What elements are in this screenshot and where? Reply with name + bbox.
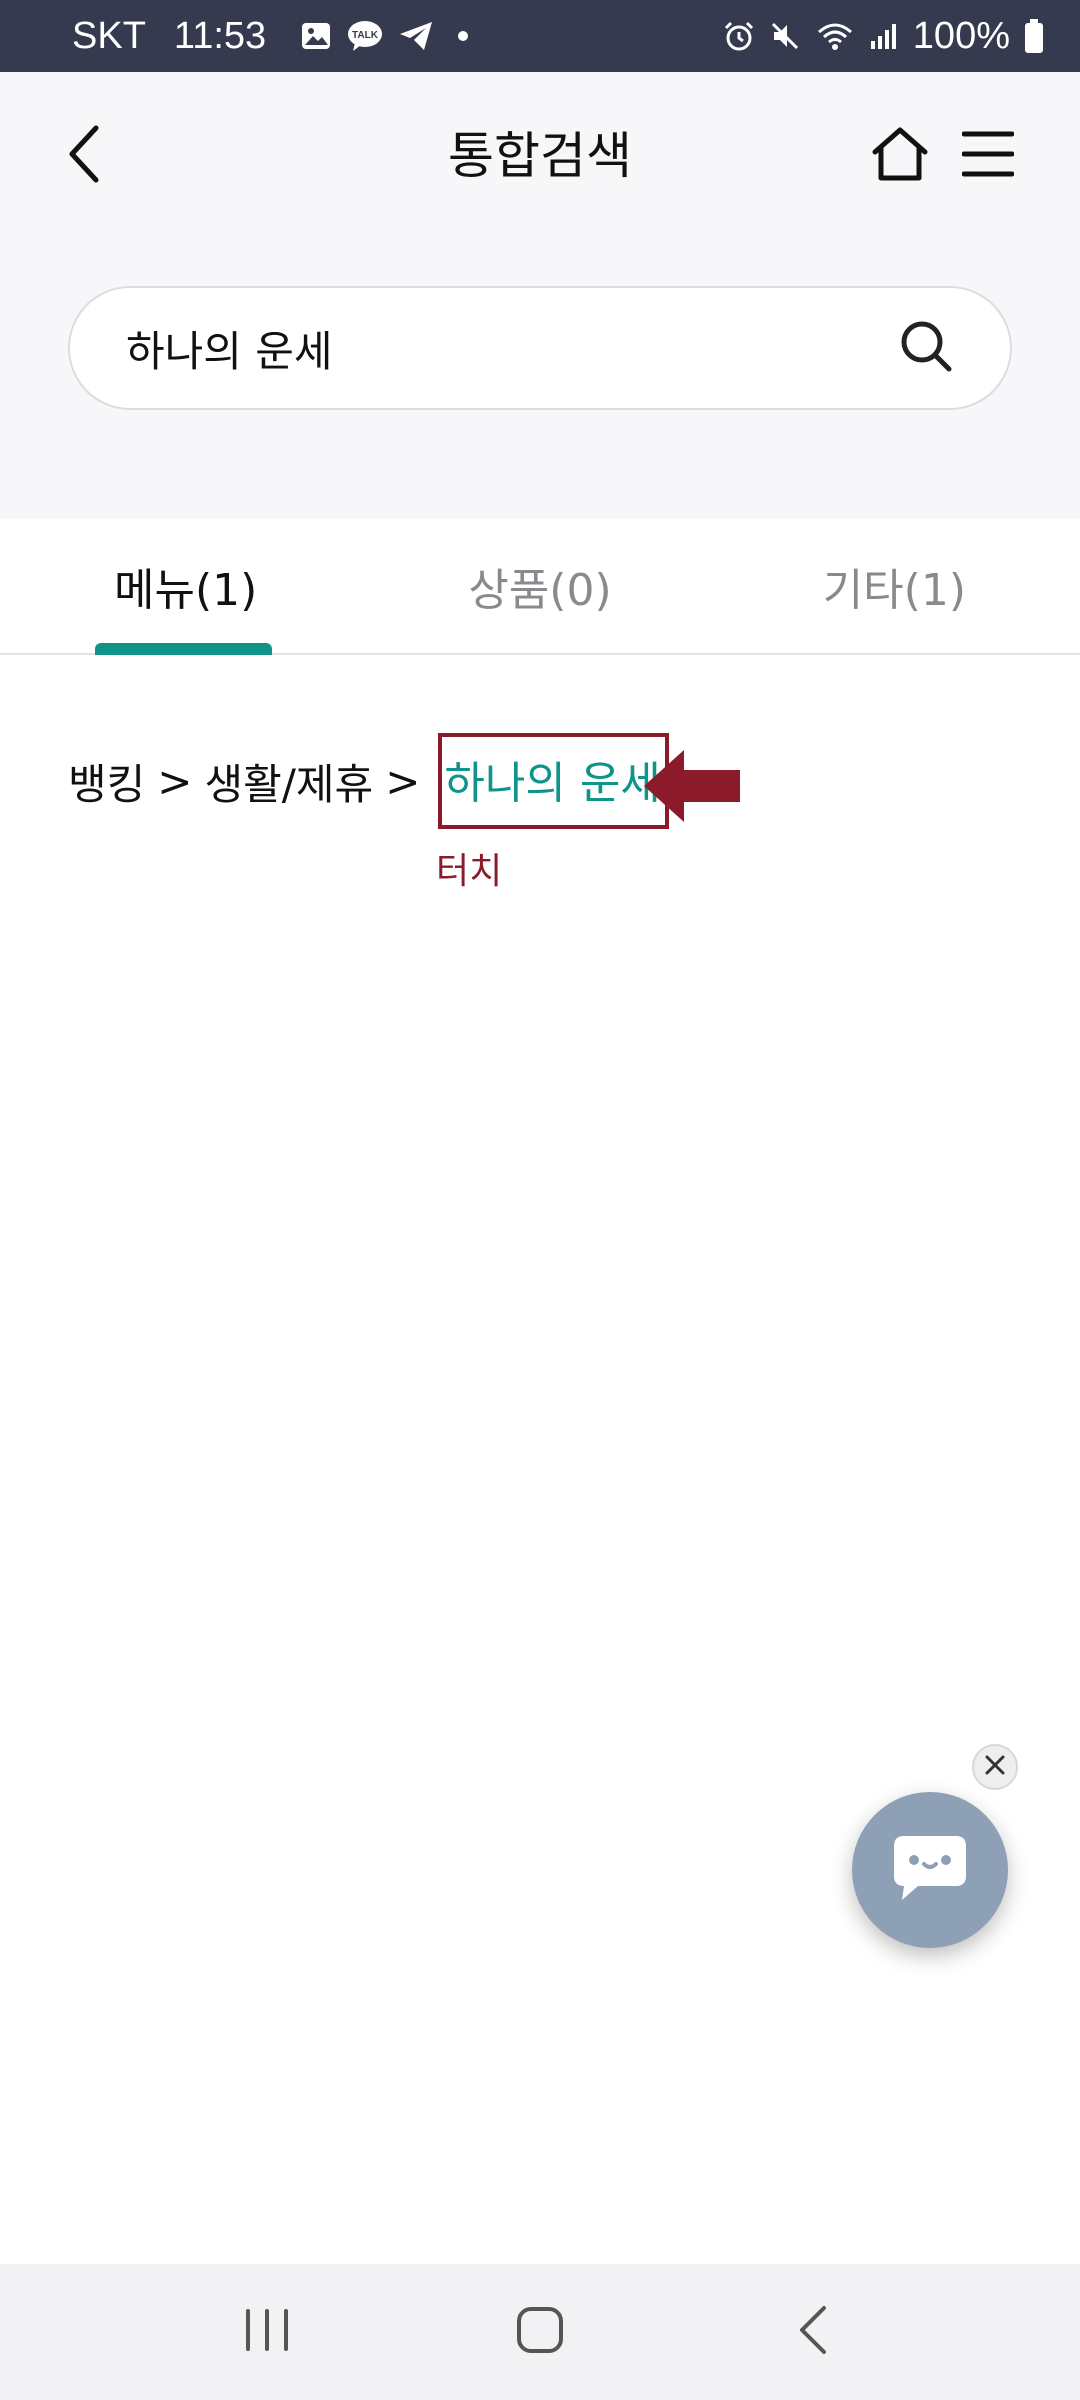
tab-label: 상품(0) — [468, 565, 612, 616]
notification-dot-icon — [458, 31, 469, 41]
back-chevron-icon — [796, 2304, 830, 2360]
carrier: SKT — [72, 14, 146, 57]
hamburger-menu-icon — [961, 130, 1015, 182]
touch-annotation: 터치 — [436, 851, 503, 892]
home-icon — [871, 126, 929, 186]
chatbot-icon — [890, 1832, 970, 1908]
tab-label: 메뉴(1) — [114, 565, 258, 616]
header: 통합검색 — [0, 72, 1080, 519]
breadcrumb-banking: 뱅킹 — [68, 759, 146, 809]
gallery-icon — [300, 20, 332, 52]
tab-label: 기타(1) — [822, 565, 966, 616]
chatbot-button[interactable] — [852, 1792, 1008, 1948]
breadcrumb-separator: > — [385, 756, 421, 806]
status-bar: SKT 11:53 TALK 100% — [0, 0, 1080, 72]
back-button[interactable] — [52, 116, 116, 196]
search-icon — [898, 318, 954, 378]
system-nav-bar — [0, 2264, 1080, 2400]
talk-icon: TALK — [346, 19, 384, 53]
arrow-left-icon — [642, 748, 742, 824]
svg-text:TALK: TALK — [352, 30, 379, 41]
clock: 11:53 — [173, 14, 267, 57]
chatbot-close-button[interactable] — [972, 1744, 1018, 1790]
breadcrumb-separator: > — [157, 756, 193, 806]
search-input[interactable] — [126, 323, 894, 373]
active-tab-indicator — [95, 643, 272, 655]
battery-icon — [1024, 19, 1044, 53]
recent-apps-icon — [242, 2307, 292, 2357]
system-home-button[interactable] — [480, 2282, 600, 2382]
close-icon — [984, 1754, 1006, 1780]
home-square-icon — [515, 2305, 565, 2359]
breadcrumb-lifestyle: 생활/제휴 — [204, 759, 374, 809]
battery-percent: 100% — [912, 14, 1010, 57]
signal-icon — [869, 21, 899, 51]
tab-products[interactable]: 상품(0) — [360, 519, 720, 653]
home-button[interactable] — [866, 116, 934, 196]
recent-apps-button[interactable] — [207, 2282, 327, 2382]
result-link-fortune[interactable]: 하나의 운세 — [438, 733, 669, 829]
search-button[interactable] — [894, 316, 958, 380]
tab-menu[interactable]: 메뉴(1) — [0, 519, 360, 655]
menu-button[interactable] — [956, 116, 1020, 196]
alarm-icon — [723, 20, 755, 52]
search-box — [68, 286, 1012, 410]
result-tabs: 메뉴(1) 상품(0) 기타(1) — [0, 519, 1080, 655]
search-result-item: 뱅킹 > 생활/제휴 > 하나의 운세 — [68, 733, 669, 829]
mute-icon — [769, 20, 801, 52]
tab-etc[interactable]: 기타(1) — [720, 519, 1080, 653]
chevron-left-icon — [64, 124, 104, 188]
system-back-button[interactable] — [753, 2282, 873, 2382]
telegram-icon — [398, 20, 434, 52]
wifi-icon — [815, 20, 855, 52]
